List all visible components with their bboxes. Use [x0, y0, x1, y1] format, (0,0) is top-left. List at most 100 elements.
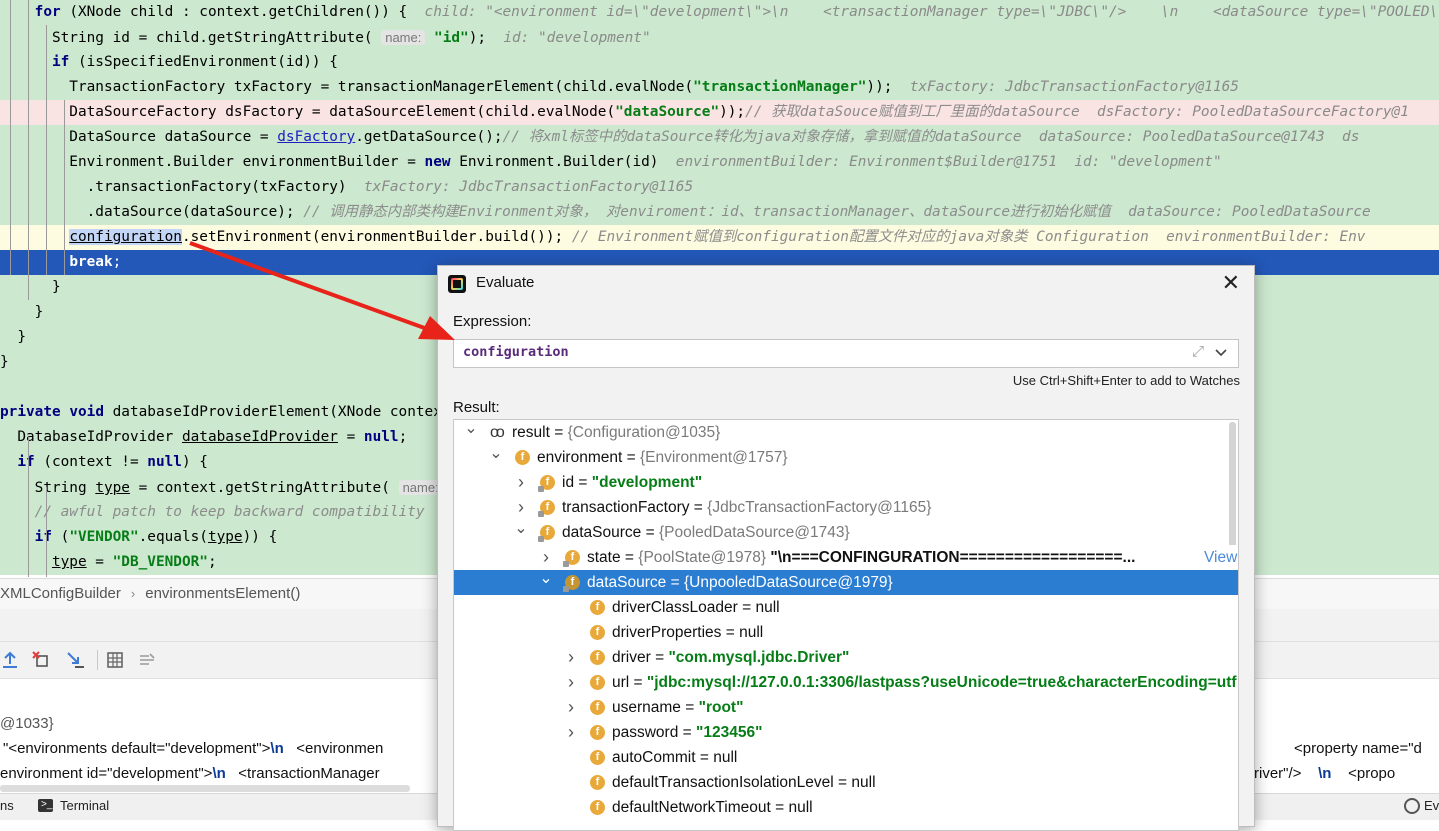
tree-node-autocommit[interactable]: f autoCommit = null [454, 745, 1238, 770]
code-comment: // 将xml标签中的dataSource转化为java对象存储，拿到赋值的da… [502, 129, 1039, 145]
chevron-right-icon[interactable]: › [564, 645, 578, 670]
code-line[interactable]: Environment.Builder environmentBuilder =… [0, 150, 1439, 175]
code-token: type [95, 480, 130, 496]
chevron-down-icon[interactable]: ⌄ [489, 441, 503, 466]
node-value: {UnpooledDataSource@1979} [683, 574, 893, 591]
tree-node-id[interactable]: › f id = "development" [454, 470, 1238, 495]
tree-node-defaultnetworktimeout[interactable]: f defaultNetworkTimeout = null [454, 795, 1238, 820]
code-token: private [0, 404, 61, 420]
chevron-down-icon[interactable]: ⌄ [464, 420, 478, 441]
evaluate-icon[interactable] [105, 650, 125, 670]
event-log-tab[interactable]: Ev [1424, 794, 1439, 818]
code-line[interactable]: DataSourceFactory dsFactory = dataSource… [0, 100, 1439, 125]
drop-frame-icon[interactable] [31, 650, 51, 670]
node-name: username [612, 699, 681, 716]
code-line[interactable]: configuration.setEnvironment(environment… [0, 225, 1439, 250]
expression-input[interactable]: configuration ⤢ [453, 339, 1239, 368]
code-token: dsFactory [277, 129, 356, 145]
node-value: null [788, 799, 813, 816]
tree-node-driverclassloader[interactable]: f driverClassLoader = null [454, 595, 1238, 620]
run-to-cursor-icon[interactable] [65, 650, 85, 670]
code-token: databaseIdProviderElement(XNode context) [103, 404, 468, 420]
event-log-icon[interactable] [1404, 798, 1420, 814]
code-token: for [34, 4, 61, 20]
field-icon: f [590, 775, 605, 790]
node-name: dataSource [562, 524, 642, 541]
field-icon: f [515, 450, 530, 465]
step-out-icon[interactable] [0, 650, 20, 670]
horizontal-scrollbar[interactable] [0, 785, 410, 792]
node-value: {JdbcTransactionFactory@1165} [707, 499, 932, 516]
field-icon: f [563, 550, 580, 567]
tree-node-environment[interactable]: ⌄ f environment = {Environment@1757} [454, 445, 1238, 470]
chevron-right-icon[interactable]: › [564, 695, 578, 720]
code-token: configuration [69, 229, 182, 245]
code-token: break [69, 254, 113, 270]
tree-node-defaulttransactionisolationlevel[interactable]: f defaultTransactionIsolationLevel = null [454, 770, 1238, 795]
code-token: void [69, 404, 104, 420]
result-tree[interactable]: ⌄ oo result = {Configuration@1035} ⌄ f enviro… [453, 419, 1239, 831]
chevron-down-icon[interactable] [1214, 342, 1228, 365]
code-token: ; [398, 429, 408, 445]
chevron-right-icon: › [130, 586, 136, 601]
inline-debug-value: dataSource: PooledDataSource [1128, 204, 1371, 220]
view-link[interactable]: View [1202, 545, 1238, 570]
node-value: null [713, 749, 738, 766]
tree-node-url[interactable]: › f url = "jdbc:mysql://127.0.0.1:3306/las… [454, 670, 1238, 695]
field-icon: f [590, 800, 605, 815]
terminal-tab[interactable]: Terminal [60, 794, 109, 818]
breadcrumb-method[interactable]: environmentsElement() [145, 579, 300, 609]
code-line[interactable]: if (isSpecifiedEnvironment(id)) { [0, 50, 1439, 75]
indent-guide [10, 0, 11, 275]
chevron-down-icon[interactable]: ⌄ [539, 566, 553, 591]
intellij-icon [448, 275, 466, 293]
node-value: null [739, 624, 764, 641]
node-name: password [612, 724, 679, 741]
code-line[interactable]: .transactionFactory(txFactory) txFactory… [0, 175, 1439, 200]
code-line[interactable]: .dataSource(dataSource); // 调用静态内部类构建Env… [0, 200, 1439, 225]
expression-value[interactable]: configuration [463, 344, 569, 360]
variable-line: "<environments default="development">\n … [3, 740, 384, 757]
tree-node-transactionfactory[interactable]: › f transactionFactory = {JdbcTransactionF… [454, 495, 1238, 520]
tree-node-driver[interactable]: › f driver = "com.mysql.jdbc.Driver" [454, 645, 1238, 670]
node-value: {PooledDataSource@1743} [658, 524, 850, 541]
inline-debug-value: txFactory: JdbcTransactionFactory@1165 [909, 79, 1239, 95]
inline-debug-value: txFactory: JdbcTransactionFactory@1165 [363, 179, 694, 195]
code-line[interactable]: DataSource dataSource = dsFactory.getDat… [0, 125, 1439, 150]
chevron-down-icon[interactable]: ⌄ [514, 516, 528, 541]
code-line[interactable]: TransactionFactory txFactory = transacti… [0, 75, 1439, 100]
code-comment: // awful patch to keep backward compatib… [34, 504, 425, 520]
trace-stream-icon[interactable] [137, 650, 157, 670]
field-icon: f [590, 625, 605, 640]
tree-node-result[interactable]: ⌄ oo result = {Configuration@1035} [454, 420, 1238, 445]
breadcrumb-class[interactable]: XMLConfigBuilder [0, 579, 121, 609]
tree-node-state[interactable]: › f state = {PoolState@1978} "\n===CONFING… [454, 545, 1238, 570]
tree-node-driverproperties[interactable]: f driverProperties = null [454, 620, 1238, 645]
node-name: dataSource [587, 574, 667, 591]
code-line[interactable]: for (XNode child : context.getChildren()… [0, 0, 1439, 25]
chevron-right-icon[interactable]: › [514, 470, 528, 495]
node-string-preview: "\n===CONFINGURATION==================..… [770, 549, 1136, 566]
tree-node-datasource[interactable]: ⌄ f dataSource = {PooledDataSource@1743} [454, 520, 1238, 545]
node-value: "development" [591, 474, 703, 491]
code-line[interactable]: String id = child.getStringAttribute( na… [0, 25, 1439, 50]
close-icon[interactable]: ✕ [1222, 270, 1240, 296]
dialog-title-bar[interactable]: Evaluate ✕ [438, 266, 1254, 302]
chevron-right-icon[interactable]: › [564, 670, 578, 695]
expand-icon[interactable]: ⤢ [1192, 343, 1204, 360]
chevron-right-icon[interactable]: › [564, 720, 578, 745]
node-name: driverClassLoader [612, 599, 738, 616]
code-token: (isSpecifiedEnvironment(id)) { [69, 54, 338, 70]
field-icon: f [590, 600, 605, 615]
tree-node-datasource[interactable]: ⌄ f dataSource = {UnpooledDataSource@1979} [454, 570, 1238, 595]
status-tab-fragment[interactable]: ns [0, 794, 14, 818]
code-token: TransactionFactory txFactory = transacti… [0, 79, 694, 95]
inline-debug-value: environmentBuilder: Env [1166, 229, 1366, 245]
code-comment: // 调用静态内部类构建Environment对象， 对enviroment：i… [303, 204, 1129, 220]
code-token: null [147, 454, 182, 470]
tree-node-password[interactable]: › f password = "123456" [454, 720, 1238, 745]
node-value: "root" [698, 699, 744, 716]
tree-node-username[interactable]: › f username = "root" [454, 695, 1238, 720]
